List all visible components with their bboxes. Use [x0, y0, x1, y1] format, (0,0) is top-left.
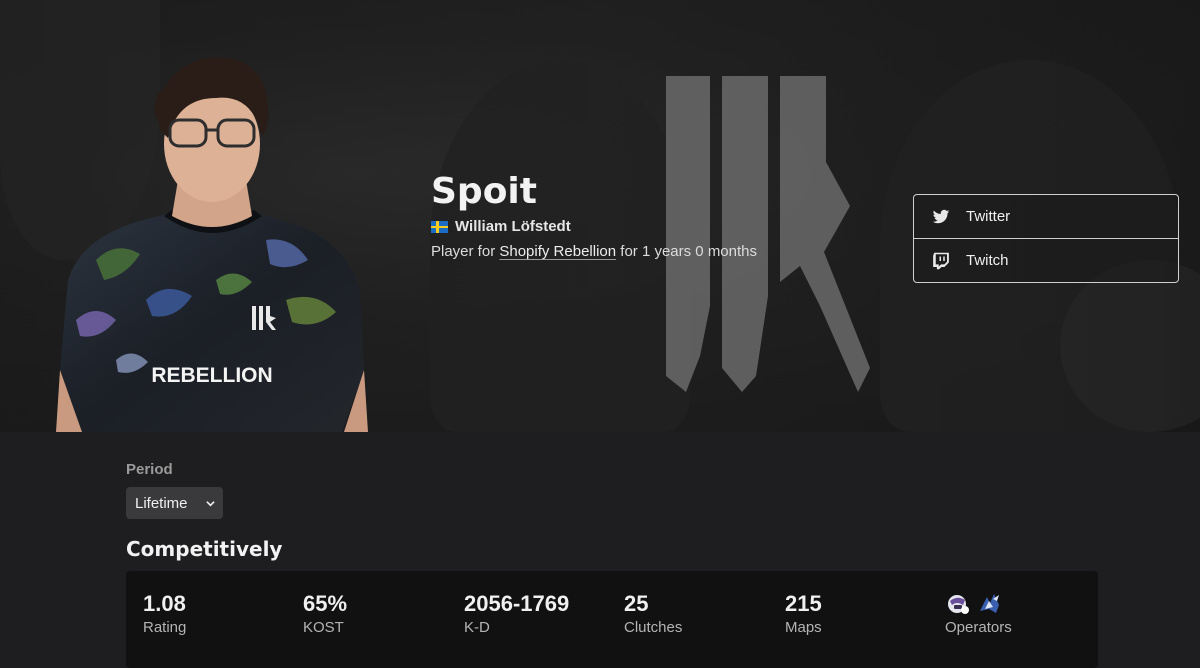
team-prefix-text: Player for [431, 243, 500, 260]
stat-label: Clutches [624, 619, 683, 636]
player-profile-page: REBELLION Spoit William Löfstedt Player … [0, 0, 1200, 668]
stat-label: K-D [464, 619, 490, 636]
stats-section: Period Lifetime Competitively 1.08 Ratin… [0, 432, 1200, 668]
twitch-icon [932, 252, 950, 270]
jersey-sponsor-text: REBELLION [151, 364, 272, 387]
stat-maps: 215 Maps [785, 591, 822, 636]
stat-value: 2056-1769 [464, 591, 570, 616]
operators-icons [945, 591, 1012, 617]
player-realname-row: William Löfstedt [431, 218, 757, 235]
sweden-flag-icon [431, 220, 448, 233]
period-label: Period [126, 461, 173, 478]
stat-value: 215 [785, 591, 822, 616]
team-tenure-text: for 1 years 0 months [616, 243, 758, 260]
twitter-link[interactable]: Twitter [914, 195, 1178, 238]
stat-rating: 1.08 Rating [143, 591, 186, 636]
player-info: Spoit William Löfstedt Player for Shopif… [431, 172, 757, 260]
stat-value: 1.08 [143, 591, 186, 616]
chevron-down-icon [206, 495, 215, 512]
section-heading: Competitively [126, 537, 283, 561]
stat-label: Operators [945, 619, 1012, 636]
stat-clutches: 25 Clutches [624, 591, 682, 636]
twitch-link[interactable]: Twitch [914, 238, 1178, 282]
stat-operators: Operators [945, 591, 1012, 636]
stat-label: Rating [143, 619, 187, 636]
operator-1-icon[interactable] [945, 591, 971, 617]
period-select-value: Lifetime [135, 494, 188, 512]
stat-label: KOST [303, 619, 344, 636]
stat-kd: 2056-1769 K-D [464, 591, 569, 636]
player-hero-banner: REBELLION Spoit William Löfstedt Player … [0, 0, 1200, 432]
stat-kost: 65% KOST [303, 591, 347, 636]
twitter-label: Twitter [966, 208, 1011, 225]
twitter-icon [932, 208, 950, 226]
twitch-label: Twitch [966, 252, 1009, 269]
player-team-line: Player for Shopify Rebellion for 1 years… [431, 243, 757, 260]
operator-2-icon[interactable] [977, 591, 1003, 617]
stat-label: Maps [785, 619, 822, 636]
player-real-name: William Löfstedt [455, 218, 571, 235]
stat-value: 65% [303, 591, 348, 616]
player-photo: REBELLION [56, 57, 368, 432]
player-nickname: Spoit [431, 171, 537, 212]
stat-value: 25 [624, 591, 649, 616]
social-links: Twitter Twitch [913, 194, 1179, 283]
stats-card: 1.08 Rating 65% KOST 2056-1769 K-D 25 Cl… [126, 571, 1098, 668]
period-select[interactable]: Lifetime [126, 487, 223, 519]
team-link[interactable]: Shopify Rebellion [499, 243, 616, 260]
